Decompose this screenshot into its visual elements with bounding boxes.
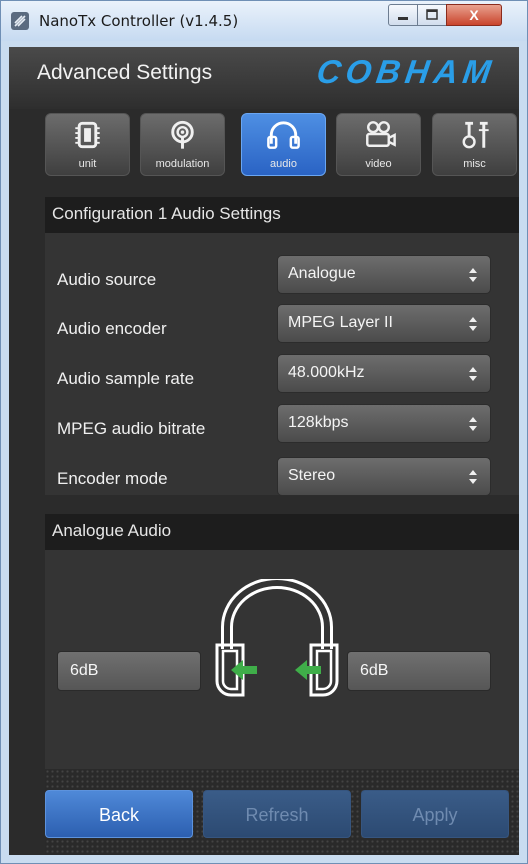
maximize-icon — [426, 9, 438, 20]
tab-unit[interactable]: unit — [45, 113, 130, 176]
section-header-analogue: Analogue Audio — [45, 514, 519, 550]
audio-encoder-select[interactable]: MPEG Layer II — [277, 304, 491, 343]
section-header-config: Configuration 1 Audio Settings — [45, 197, 519, 233]
title-bar[interactable]: NanoTx Controller (v1.4.5) X — [1, 1, 527, 41]
headphones-graphic — [215, 579, 339, 697]
tab-video-label: video — [365, 158, 392, 170]
tab-misc-label: misc — [463, 158, 486, 170]
close-button[interactable]: X — [446, 4, 502, 26]
left-level-field[interactable]: 6dB — [57, 651, 201, 691]
page-title: Advanced Settings — [37, 61, 213, 84]
right-level-value: 6dB — [360, 662, 389, 679]
updown-arrows-icon — [469, 317, 477, 331]
right-level-field[interactable]: 6dB — [347, 651, 491, 691]
tab-modulation-label: modulation — [155, 158, 210, 170]
audio-sample-rate-value: 48.000kHz — [288, 364, 365, 381]
mpeg-audio-bitrate-select[interactable]: 128kbps — [277, 404, 491, 443]
minimize-icon — [398, 17, 408, 20]
brand-logo: COBHAM — [314, 53, 499, 90]
maximize-button[interactable] — [417, 4, 447, 26]
updown-arrows-icon — [469, 367, 477, 381]
refresh-button[interactable]: Refresh — [203, 790, 351, 838]
tab-misc[interactable]: misc — [432, 113, 517, 176]
mpeg-audio-bitrate-label: MPEG audio bitrate — [57, 419, 206, 438]
tab-unit-label: unit — [78, 158, 97, 170]
antenna-icon — [171, 120, 194, 149]
header: Advanced Settings COBHAM — [9, 47, 519, 109]
updown-arrows-icon — [469, 417, 477, 431]
tab-audio[interactable]: audio — [241, 113, 326, 176]
encoder-mode-label: Encoder mode — [57, 469, 168, 488]
audio-source-label: Audio source — [57, 270, 157, 289]
minimize-button[interactable] — [388, 4, 418, 26]
updown-arrows-icon — [469, 268, 477, 282]
tab-video[interactable]: video — [336, 113, 421, 176]
audio-source-select[interactable]: Analogue — [277, 255, 491, 294]
window-title: NanoTx Controller (v1.4.5) — [39, 12, 239, 30]
encoder-mode-select[interactable]: Stereo — [277, 457, 491, 496]
back-button[interactable]: Back — [45, 790, 193, 838]
audio-encoder-value: MPEG Layer II — [288, 314, 393, 331]
app-window: NanoTx Controller (v1.4.5) X Advanced Se… — [0, 0, 528, 864]
audio-encoder-label: Audio encoder — [57, 319, 167, 338]
app-icon — [11, 12, 29, 30]
tools-icon — [462, 121, 489, 149]
audio-sample-rate-label: Audio sample rate — [57, 369, 195, 388]
mpeg-audio-bitrate-value: 128kbps — [288, 414, 349, 431]
tab-audio-label: audio — [270, 158, 297, 170]
chip-icon — [75, 121, 100, 149]
video-camera-icon — [366, 121, 396, 147]
audio-source-value: Analogue — [288, 265, 356, 282]
encoder-mode-value: Stereo — [288, 467, 336, 484]
headphones-icon — [267, 121, 300, 149]
apply-button[interactable]: Apply — [361, 790, 509, 838]
updown-arrows-icon — [469, 470, 477, 484]
audio-sample-rate-select[interactable]: 48.000kHz — [277, 354, 491, 393]
tab-modulation[interactable]: modulation — [140, 113, 225, 176]
close-icon: X — [469, 7, 479, 23]
left-level-value: 6dB — [70, 662, 99, 679]
